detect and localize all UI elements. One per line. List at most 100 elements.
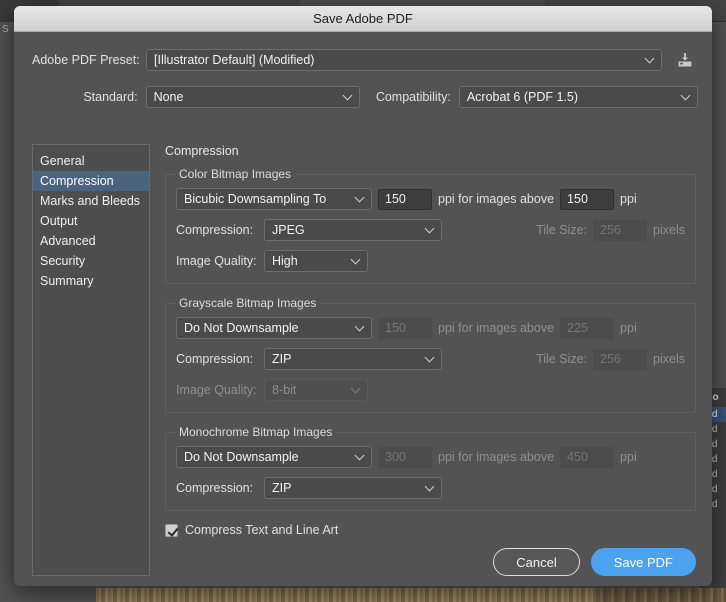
compress-text-checkbox[interactable] [165,523,178,537]
chevron-down-icon [352,256,360,264]
color-bitmap-images-legend: Color Bitmap Images [179,167,292,181]
color-tile-size-label: Tile Size: [536,223,588,237]
grayscale-compression-dropdown[interactable]: ZIP [264,348,442,370]
grayscale-above-ppi-input: 225 [560,317,615,339]
chevron-down-icon [356,194,364,202]
color-tile-size-input: 256 [593,219,648,241]
chevron-down-icon [646,55,654,63]
monochrome-compression-row: Compression: ZIP [176,477,685,499]
color-image-quality-value: High [272,254,298,268]
sidebar-item-output[interactable]: Output [33,211,149,231]
monochrome-resample-dropdown[interactable]: Do Not Downsample [176,446,372,468]
grayscale-bitmap-images-legend: Grayscale Bitmap Images [179,296,317,310]
compression-panel: Compression Color Bitmap Images Bicubic … [150,144,696,576]
standard-value: None [153,90,184,104]
cancel-button[interactable]: Cancel [493,548,580,576]
compress-text-label: Compress Text and Line Art [185,523,339,537]
grayscale-resample-row: Do Not Downsample 150 ppi for images abo… [176,317,685,339]
grayscale-ppi-input: 150 [378,317,432,339]
dialog-content: General Compression Marks and Bleeds Out… [32,144,696,576]
compatibility-label: Compatibility: [375,90,451,104]
sidebar-item-marks-and-bleeds[interactable]: Marks and Bleeds [33,191,149,211]
chevron-down-icon [682,92,690,100]
grayscale-bitmap-images-group: Grayscale Bitmap Images Do Not Downsampl… [165,296,696,413]
chevron-down-icon [426,225,434,233]
pdf-preset-value: [Illustrator Default] (Modified) [154,53,315,67]
color-image-quality-dropdown[interactable]: High [264,250,368,272]
color-tile-size-wrap: Tile Size: 256 pixels [536,219,685,241]
monochrome-resample-value: Do Not Downsample [184,450,299,464]
grayscale-image-quality-label: Image Quality: [176,383,257,397]
dialog-body: Adobe PDF Preset: [Illustrator Default] … [14,32,712,586]
chevron-down-icon [352,385,360,393]
grayscale-tile-size-unit: pixels [653,352,685,366]
dialog-title: Save Adobe PDF [313,11,413,26]
color-ppi-unit: ppi [620,192,637,206]
settings-category-list: General Compression Marks and Bleeds Out… [32,144,150,576]
standard-label: Standard: [83,90,138,104]
color-image-quality-row: Image Quality: High [176,250,685,272]
chevron-down-icon [356,323,364,331]
save-preset-icon [678,53,692,67]
save-adobe-pdf-dialog: Save Adobe PDF Adobe PDF Preset: [Illust… [14,6,712,586]
save-preset-button[interactable] [672,48,698,72]
grayscale-compression-row: Compression: ZIP Tile Size: 256 pixels [176,348,685,370]
monochrome-above-ppi-input: 450 [560,446,615,468]
preset-row: Adobe PDF Preset: [Illustrator Default] … [32,32,698,72]
grayscale-compression-value: ZIP [272,352,292,366]
color-compression-label: Compression: [176,223,254,237]
compatibility-dropdown[interactable]: Acrobat 6 (PDF 1.5) [458,86,698,108]
monochrome-above-label: ppi for images above [438,450,555,464]
monochrome-compression-value: ZIP [272,481,292,495]
grayscale-resample-value: Do Not Downsample [184,321,299,335]
grayscale-tile-size-input: 256 [593,348,648,370]
color-resample-dropdown[interactable]: Bicubic Downsampling To [176,188,372,210]
standard-dropdown[interactable]: None [145,86,360,108]
color-compression-row: Compression: JPEG Tile Size: 256 pixels [176,219,685,241]
grayscale-image-quality-value: 8-bit [272,383,297,397]
grayscale-resample-dropdown[interactable]: Do Not Downsample [176,317,372,339]
monochrome-compression-dropdown[interactable]: ZIP [264,477,442,499]
monochrome-bitmap-images-group: Monochrome Bitmap Images Do Not Downsamp… [165,425,696,511]
color-above-label: ppi for images above [438,192,555,206]
dialog-footer: Cancel Save PDF [493,548,696,576]
color-ppi-input[interactable]: 150 [378,188,432,210]
monochrome-resample-row: Do Not Downsample 300 ppi for images abo… [176,446,685,468]
sidebar-item-compression[interactable]: Compression [33,171,149,191]
grayscale-tile-size-label: Tile Size: [536,352,588,366]
sidebar-item-summary[interactable]: Summary [33,271,149,291]
grayscale-above-label: ppi for images above [438,321,555,335]
pdf-preset-dropdown[interactable]: [Illustrator Default] (Modified) [146,49,662,71]
color-resample-value: Bicubic Downsampling To [184,192,327,206]
compress-text-and-line-art-row[interactable]: Compress Text and Line Art [165,523,696,537]
dialog-titlebar: Save Adobe PDF [14,6,712,32]
sidebar-item-security[interactable]: Security [33,251,149,271]
color-above-ppi-input[interactable]: 150 [560,188,615,210]
standard-compatibility-row: Standard: None Compatibility: Acrobat 6 … [32,72,698,108]
panel-title: Compression [165,144,239,158]
grayscale-ppi-unit: ppi [620,321,637,335]
background-canvas-texture [96,588,596,602]
color-compression-dropdown[interactable]: JPEG [264,219,442,241]
color-bitmap-images-group: Color Bitmap Images Bicubic Downsampling… [165,167,696,284]
sidebar-item-general[interactable]: General [33,151,149,171]
chevron-down-icon [356,452,364,460]
grayscale-image-quality-dropdown: 8-bit [264,379,368,401]
grayscale-image-quality-row: Image Quality: 8-bit [176,379,685,401]
sidebar-item-advanced[interactable]: Advanced [33,231,149,251]
color-compression-value: JPEG [272,223,305,237]
background-left-label: S [2,24,9,35]
background-canvas-texture-right [596,588,726,602]
color-tile-size-unit: pixels [653,223,685,237]
compatibility-value: Acrobat 6 (PDF 1.5) [466,90,578,104]
preset-label: Adobe PDF Preset: [32,53,140,67]
monochrome-compression-label: Compression: [176,481,254,495]
monochrome-ppi-unit: ppi [620,450,637,464]
monochrome-ppi-input: 300 [378,446,432,468]
save-pdf-button[interactable]: Save PDF [590,548,696,576]
monochrome-bitmap-images-legend: Monochrome Bitmap Images [179,425,333,439]
grayscale-compression-label: Compression: [176,352,254,366]
chevron-down-icon [344,92,352,100]
chevron-down-icon [426,483,434,491]
color-resample-row: Bicubic Downsampling To 150 ppi for imag… [176,188,685,210]
